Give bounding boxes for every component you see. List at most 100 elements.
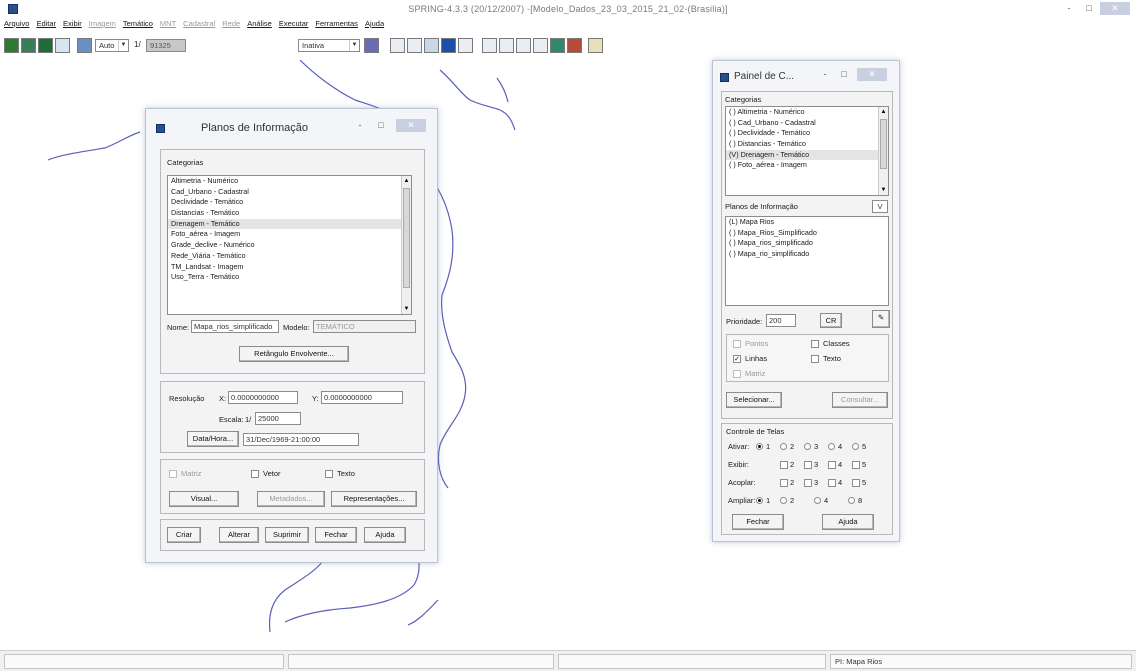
selecionar-button[interactable]: Selecionar... <box>726 392 782 408</box>
ampliar-radio-8[interactable] <box>848 497 855 504</box>
menu-executar[interactable]: Executar <box>279 19 309 33</box>
categorias-scrollbar[interactable]: ▲ ▼ <box>401 176 411 314</box>
painel-minimize-button[interactable]: - <box>816 68 834 81</box>
painel-planos-list[interactable]: (L) Mapa Rios( ) Mapa_Rios_Simplificado(… <box>725 216 889 306</box>
consultar-button[interactable]: Consultar... <box>832 392 888 408</box>
pan-icon[interactable] <box>407 38 422 53</box>
link-icon[interactable] <box>550 38 565 53</box>
info-icon[interactable] <box>441 38 456 53</box>
menu-tematico[interactable]: Temático <box>123 19 153 33</box>
suprimir-button[interactable]: Suprimir <box>265 527 309 543</box>
painel-categoria-list-item[interactable]: ( ) Cad_Urbano - Cadastral <box>726 118 888 129</box>
texto-checkbox[interactable] <box>325 470 333 478</box>
undo-icon[interactable] <box>567 38 582 53</box>
data-hora-button[interactable]: Data/Hora... <box>187 431 239 447</box>
categoria-list-item[interactable]: Distancias - Temático <box>168 208 411 219</box>
cr-button[interactable]: CR <box>820 313 842 328</box>
resolucao-y-field[interactable]: 0.0000000000 <box>321 391 403 404</box>
menu-ferramentas[interactable]: Ferramentas <box>315 19 358 33</box>
categoria-list-item[interactable]: Rede_Viária - Temático <box>168 251 411 262</box>
close-button[interactable]: ✕ <box>1100 2 1130 15</box>
pencil-icon[interactable]: ✎ <box>872 310 890 328</box>
zoom-icon[interactable] <box>77 38 92 53</box>
display-icon[interactable] <box>21 38 36 53</box>
menu-cadastral[interactable]: Cadastral <box>183 19 215 33</box>
exibir-check-5[interactable] <box>852 461 860 469</box>
palette-icon[interactable] <box>364 38 379 53</box>
categoria-list-item[interactable]: TM_Landsat - Imagem <box>168 262 411 273</box>
visual-button[interactable]: Visual... <box>169 491 239 507</box>
categoria-list-item[interactable]: Uso_Terra - Temático <box>168 272 411 283</box>
ativar-radio-5[interactable] <box>852 443 859 450</box>
ativar-radio-4[interactable] <box>828 443 835 450</box>
planos-dropdown[interactable]: V <box>872 200 888 213</box>
exibir-check-3[interactable] <box>804 461 812 469</box>
painel-categoria-list-item[interactable]: ( ) Foto_aérea - Imagem <box>726 160 888 171</box>
painel-close-button[interactable]: ✕ <box>857 68 887 81</box>
metadados-button[interactable]: Metadados... <box>257 491 325 507</box>
menu-exibir[interactable]: Exibir <box>63 19 82 33</box>
maximize-button[interactable]: □ <box>1080 2 1098 15</box>
painel-fechar-button[interactable]: Fechar <box>732 514 784 530</box>
categoria-list-item[interactable]: Drenagem - Temático <box>168 218 411 230</box>
categoria-list-item[interactable]: Grade_declive - Numérico <box>168 240 411 251</box>
edit-line-icon[interactable] <box>482 38 497 53</box>
cursor-icon[interactable] <box>55 38 70 53</box>
categoria-list-item[interactable]: Cad_Urbano - Cadastral <box>168 187 411 198</box>
ampliar-radio-1[interactable] <box>756 497 763 504</box>
criar-button[interactable]: Criar <box>167 527 201 543</box>
acoplar-check-3[interactable] <box>804 479 812 487</box>
scale-field[interactable]: 91325 <box>146 39 186 52</box>
categoria-list-item[interactable]: Altimetria - Numérico <box>168 176 411 187</box>
plano-list-item[interactable]: ( ) Mapa_rios_simplificado <box>726 238 888 249</box>
ativar-radio-3[interactable] <box>804 443 811 450</box>
menu-editar[interactable]: Editar <box>36 19 56 33</box>
painel-categoria-list-item[interactable]: ( ) Altimetria - Numérico <box>726 107 888 118</box>
planos-maximize-button[interactable]: □ <box>372 119 390 132</box>
pontos-checkbox[interactable] <box>733 340 741 348</box>
edit-node-icon[interactable] <box>516 38 531 53</box>
plano-list-item[interactable]: (L) Mapa Rios <box>726 217 888 228</box>
menu-rede[interactable]: Rede <box>222 19 240 33</box>
edit-polygon-icon[interactable] <box>533 38 548 53</box>
fechar-button[interactable]: Fechar <box>315 527 357 543</box>
categoria-list-item[interactable]: Foto_aérea - Imagem <box>168 229 411 240</box>
menu-arquivo[interactable]: Arquivo <box>4 19 29 33</box>
screen-icon[interactable] <box>38 38 53 53</box>
menu-mnt[interactable]: MNT <box>160 19 176 33</box>
alterar-button[interactable]: Alterar <box>219 527 259 543</box>
classes-checkbox[interactable] <box>811 340 819 348</box>
menu-imagem[interactable]: Imagem <box>89 19 116 33</box>
mode-select[interactable]: Inativa ▼ <box>298 39 360 52</box>
help-icon[interactable] <box>588 38 603 53</box>
retangulo-envolvente-button[interactable]: Retângulo Envolvente... <box>239 346 349 362</box>
painel-categorias-list[interactable]: ( ) Altimetria - Numérico( ) Cad_Urbano … <box>725 106 889 196</box>
pointer-icon[interactable] <box>458 38 473 53</box>
painel-categoria-list-item[interactable]: ( ) Declividade - Temático <box>726 128 888 139</box>
menu-analise[interactable]: Análise <box>247 19 272 33</box>
ativar-radio-1[interactable] <box>756 443 763 450</box>
acoplar-check-5[interactable] <box>852 479 860 487</box>
resolucao-x-field[interactable]: 0.0000000000 <box>228 391 298 404</box>
ativar-radio-2[interactable] <box>780 443 787 450</box>
acoplar-check-2[interactable] <box>780 479 788 487</box>
menu-ajuda[interactable]: Ajuda <box>365 19 384 33</box>
representacoes-button[interactable]: Representações... <box>331 491 417 507</box>
nome-field[interactable]: Mapa_rios_simplificado <box>191 320 279 333</box>
plano-list-item[interactable]: ( ) Mapa_rio_simplificado <box>726 249 888 260</box>
planos-close-button[interactable]: ✕ <box>396 119 426 132</box>
grid-icon[interactable] <box>390 38 405 53</box>
categorias-list[interactable]: Altimetria - Numérico Cad_Urbano - Cadast… <box>167 175 412 315</box>
navigate-icon[interactable] <box>424 38 439 53</box>
categoria-list-item[interactable]: Declividade - Temático <box>168 197 411 208</box>
draw-icon[interactable] <box>4 38 19 53</box>
matriz-checkbox[interactable] <box>169 470 177 478</box>
prioridade-field[interactable]: 200 <box>766 314 796 327</box>
exibir-check-2[interactable] <box>780 461 788 469</box>
painel-matriz-checkbox[interactable] <box>733 370 741 378</box>
exibir-check-4[interactable] <box>828 461 836 469</box>
ajuda-button[interactable]: Ajuda <box>364 527 406 543</box>
painel-texto-checkbox[interactable] <box>811 355 819 363</box>
escala-field[interactable]: 25000 <box>255 412 301 425</box>
ampliar-radio-2[interactable] <box>780 497 787 504</box>
